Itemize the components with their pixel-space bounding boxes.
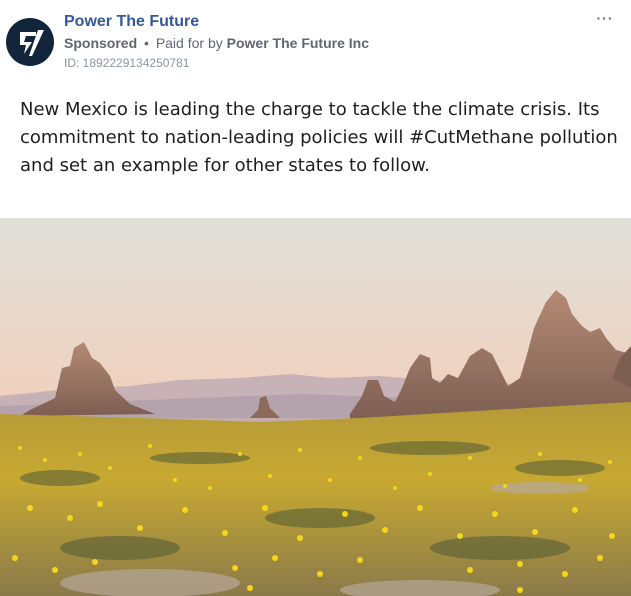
page-name-link[interactable]: Power The Future [64,13,199,31]
lightning-bolt-logo-icon [20,30,44,56]
page-avatar[interactable] [6,18,54,66]
paid-for-by-name[interactable]: Power The Future Inc [227,35,369,51]
post-header: Power The Future Sponsored • Paid for by… [0,0,631,80]
more-options-icon[interactable]: ··· [593,10,617,30]
separator-dot: • [144,35,149,51]
desert-landscape-image [0,218,631,596]
sponsored-line: Sponsored • Paid for by Power The Future… [64,35,369,51]
sponsored-label: Sponsored [64,35,138,51]
post-image[interactable] [0,218,631,596]
paid-for-prefix: Paid for by [155,35,223,51]
post-body-text: New Mexico is leading the charge to tack… [20,99,618,176]
ad-id: ID: 1892229134250781 [64,56,190,70]
